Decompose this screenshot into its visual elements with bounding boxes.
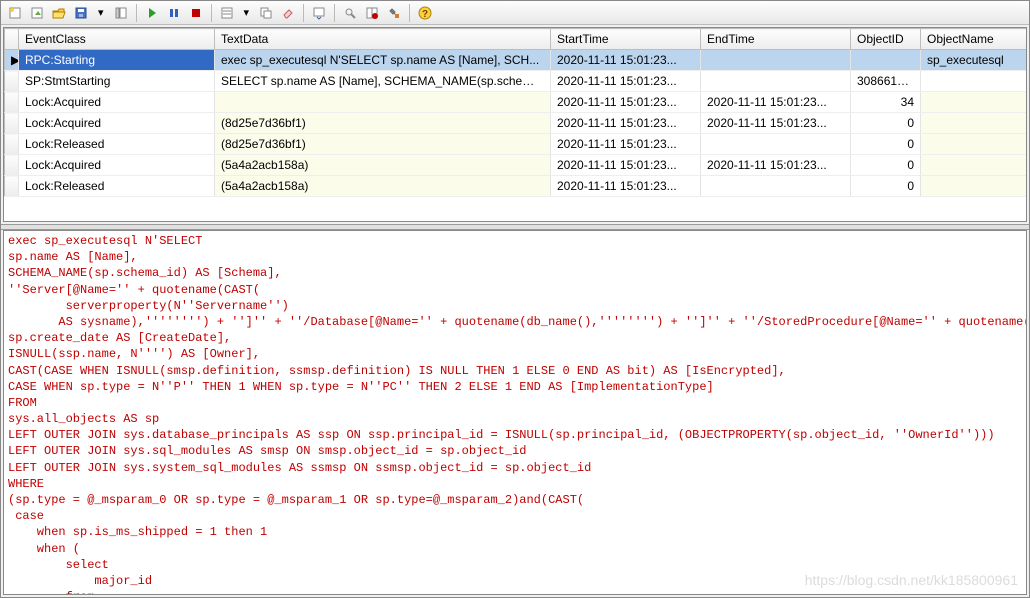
toolbar-separator <box>303 4 304 22</box>
cell-objectid[interactable]: 0 <box>851 113 921 134</box>
column-header-textdata[interactable]: TextData <box>215 29 551 50</box>
erase-button[interactable] <box>278 3 298 23</box>
new-template-button[interactable] <box>27 3 47 23</box>
cell-objectid[interactable]: 0 <box>851 176 921 197</box>
cell-objectname[interactable] <box>921 134 1028 155</box>
column-header-starttime[interactable]: StartTime <box>551 29 701 50</box>
copy-button[interactable] <box>256 3 276 23</box>
cell-textdata[interactable]: (8d25e7d36bf1) <box>215 134 551 155</box>
cell-objectname[interactable] <box>921 71 1028 92</box>
find-button[interactable] <box>340 3 360 23</box>
table-row[interactable]: SP:StmtStartingSELECT sp.name AS [Name],… <box>5 71 1028 92</box>
column-header-objectid[interactable]: ObjectID <box>851 29 921 50</box>
column-header-eventclass[interactable]: EventClass <box>19 29 215 50</box>
table-row[interactable]: ▶RPC:Startingexec sp_executesql N'SELECT… <box>5 50 1028 71</box>
cell-objectname[interactable]: sp_executesql <box>921 50 1028 71</box>
cell-textdata[interactable]: SELECT sp.name AS [Name], SCHEMA_NAME(sp… <box>215 71 551 92</box>
cell-starttime[interactable]: 2020-11-11 15:01:23... <box>551 176 701 197</box>
cell-endtime[interactable]: 2020-11-11 15:01:23... <box>701 92 851 113</box>
cell-textdata[interactable]: (5a4a2acb158a) <box>215 176 551 197</box>
cell-starttime[interactable]: 2020-11-11 15:01:23... <box>551 134 701 155</box>
cell-objectid[interactable]: 0 <box>851 134 921 155</box>
pause-button[interactable] <box>164 3 184 23</box>
cell-objectid[interactable] <box>851 50 921 71</box>
toolbar: ▾ ▾ ? <box>1 1 1029 25</box>
tools-button[interactable] <box>384 3 404 23</box>
cell-eventclass[interactable]: RPC:Starting <box>19 50 215 71</box>
toolbar-separator <box>409 4 410 22</box>
toolbar-separator <box>334 4 335 22</box>
cell-objectid[interactable]: 0 <box>851 155 921 176</box>
cell-endtime[interactable] <box>701 71 851 92</box>
cell-eventclass[interactable]: Lock:Released <box>19 134 215 155</box>
cell-objectid[interactable]: 308661065 <box>851 71 921 92</box>
cell-eventclass[interactable]: Lock:Acquired <box>19 155 215 176</box>
cell-starttime[interactable]: 2020-11-11 15:01:23... <box>551 50 701 71</box>
new-trace-button[interactable] <box>5 3 25 23</box>
autoscroll-button[interactable] <box>309 3 329 23</box>
table-row[interactable]: Lock:Acquired(8d25e7d36bf1)2020-11-11 15… <box>5 113 1028 134</box>
table-row[interactable]: Lock:Released(8d25e7d36bf1)2020-11-11 15… <box>5 134 1028 155</box>
toolbar-separator <box>211 4 212 22</box>
cell-eventclass[interactable]: Lock:Acquired <box>19 113 215 134</box>
cell-endtime[interactable]: 2020-11-11 15:01:23... <box>701 113 851 134</box>
stop-button[interactable] <box>186 3 206 23</box>
event-grid[interactable]: EventClassTextDataStartTimeEndTimeObject… <box>3 27 1027 222</box>
properties-button[interactable] <box>111 3 131 23</box>
cell-objectname[interactable] <box>921 113 1028 134</box>
column-header-endtime[interactable]: EndTime <box>701 29 851 50</box>
cell-starttime[interactable]: 2020-11-11 15:01:23... <box>551 155 701 176</box>
run-button[interactable] <box>142 3 162 23</box>
columns-button[interactable] <box>362 3 382 23</box>
save-button[interactable] <box>71 3 91 23</box>
table-row[interactable]: Lock:Released(5a4a2acb158a)2020-11-11 15… <box>5 176 1028 197</box>
cell-objectname[interactable] <box>921 176 1028 197</box>
cell-objectid[interactable]: 34 <box>851 92 921 113</box>
help-button[interactable]: ? <box>415 3 435 23</box>
cell-starttime[interactable]: 2020-11-11 15:01:23... <box>551 92 701 113</box>
cell-endtime[interactable] <box>701 176 851 197</box>
cell-textdata[interactable]: exec sp_executesql N'SELECT sp.name AS [… <box>215 50 551 71</box>
event-dropdown[interactable]: ▾ <box>239 3 255 23</box>
detail-pane[interactable]: exec sp_executesql N'SELECT sp.name AS [… <box>3 230 1027 595</box>
cell-eventclass[interactable]: SP:StmtStarting <box>19 71 215 92</box>
table-row[interactable]: Lock:Acquired 2020-11-11 15:01:23...2020-… <box>5 92 1028 113</box>
cell-starttime[interactable]: 2020-11-11 15:01:23... <box>551 71 701 92</box>
event-list-button[interactable] <box>217 3 237 23</box>
table-row[interactable]: Lock:Acquired(5a4a2acb158a)2020-11-11 15… <box>5 155 1028 176</box>
cell-starttime[interactable]: 2020-11-11 15:01:23... <box>551 113 701 134</box>
cell-endtime[interactable] <box>701 134 851 155</box>
cell-endtime[interactable]: 2020-11-11 15:01:23... <box>701 155 851 176</box>
cell-eventclass[interactable]: Lock:Released <box>19 176 215 197</box>
cell-eventclass[interactable]: Lock:Acquired <box>19 92 215 113</box>
cell-objectname[interactable] <box>921 155 1028 176</box>
cell-textdata[interactable]: (5a4a2acb158a) <box>215 155 551 176</box>
column-header-objectname[interactable]: ObjectName <box>921 29 1028 50</box>
cell-textdata[interactable]: (8d25e7d36bf1) <box>215 113 551 134</box>
open-button[interactable] <box>49 3 69 23</box>
toolbar-separator <box>136 4 137 22</box>
svg-text:?: ? <box>422 9 428 20</box>
cell-objectname[interactable] <box>921 92 1028 113</box>
cell-textdata[interactable] <box>215 92 551 113</box>
cell-endtime[interactable] <box>701 50 851 71</box>
save-dropdown[interactable]: ▾ <box>93 3 109 23</box>
